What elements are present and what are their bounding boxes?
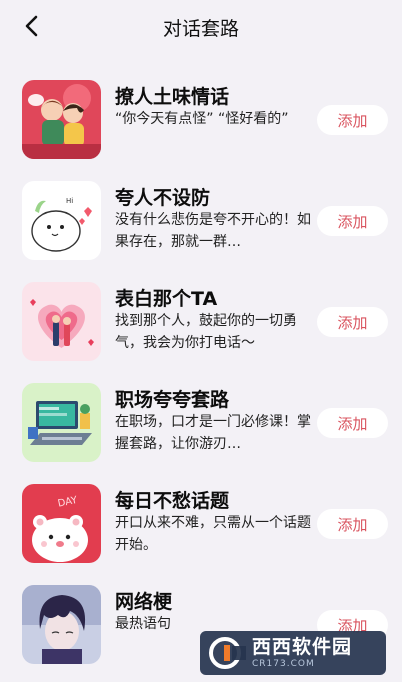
item-title: 每日不愁话题 [115, 490, 230, 512]
svg-text:Hi: Hi [66, 197, 73, 205]
add-button[interactable]: 添加 [317, 206, 388, 236]
add-button[interactable]: 添加 [317, 509, 388, 539]
item-title: 夸人不设防 [115, 187, 211, 209]
couple-cartoon-thumbnail [22, 80, 101, 159]
add-button[interactable]: 添加 [317, 408, 388, 438]
list-item[interactable]: 职场夸夸套路 在职场，口才是一门必修课！掌握套路，让你游刃… 添加 [0, 375, 402, 476]
page-title: 对话套路 [162, 18, 239, 40]
watermark-logo-icon [209, 637, 246, 669]
add-button[interactable]: 添加 [317, 105, 388, 135]
watermark-url: CR173.COM [252, 658, 315, 669]
list-item[interactable]: 撩人土味情话 “你今天有点怪” “怪好看的” 添加 [0, 72, 402, 173]
watermark-text: 西西软件园 [252, 635, 353, 658]
topic-list: 撩人土味情话 “你今天有点怪” “怪好看的” 添加 Hi 夸人不设防 没有什么悲… [0, 72, 402, 678]
item-title: 职场夸夸套路 [115, 389, 230, 411]
item-title: 撩人土味情话 [115, 86, 230, 108]
item-description: 开口从来不难，只需从一个话题开始。 [115, 515, 311, 553]
heart-couple-thumbnail [22, 282, 101, 361]
item-description: 找到那个人，鼓起你的一切勇气，我会为你打电话～ [115, 313, 297, 351]
list-item[interactable]: DAY 每日不愁话题 开口从来不难，只需从一个话题开始。 添加 [0, 476, 402, 577]
office-desk-thumbnail [22, 383, 101, 462]
item-description: 在职场，口才是一门必修课！掌握套路，让你游刃… [115, 414, 311, 452]
site-watermark: 西西软件园 CR173.COM [200, 631, 386, 675]
list-item[interactable]: Hi 夸人不设防 没有什么悲伤是夸不开心的！如果存在，那就一群… 添加 [0, 173, 402, 274]
list-item[interactable]: 表白那个TA 找到那个人，鼓起你的一切勇气，我会为你打电话～ 添加 [0, 274, 402, 375]
item-description: “你今天有点怪” “怪好看的” [115, 111, 289, 127]
cute-blob-thumbnail: Hi [22, 181, 101, 260]
anime-boy-thumbnail [22, 585, 101, 664]
header-bar: 对话套路 [0, 0, 402, 56]
item-title: 网络梗 [115, 591, 173, 613]
item-description: 没有什么悲伤是夸不开心的！如果存在，那就一群… [115, 212, 311, 250]
item-title: 表白那个TA [115, 288, 218, 310]
add-button[interactable]: 添加 [317, 307, 388, 337]
bear-day-thumbnail: DAY [22, 484, 101, 563]
